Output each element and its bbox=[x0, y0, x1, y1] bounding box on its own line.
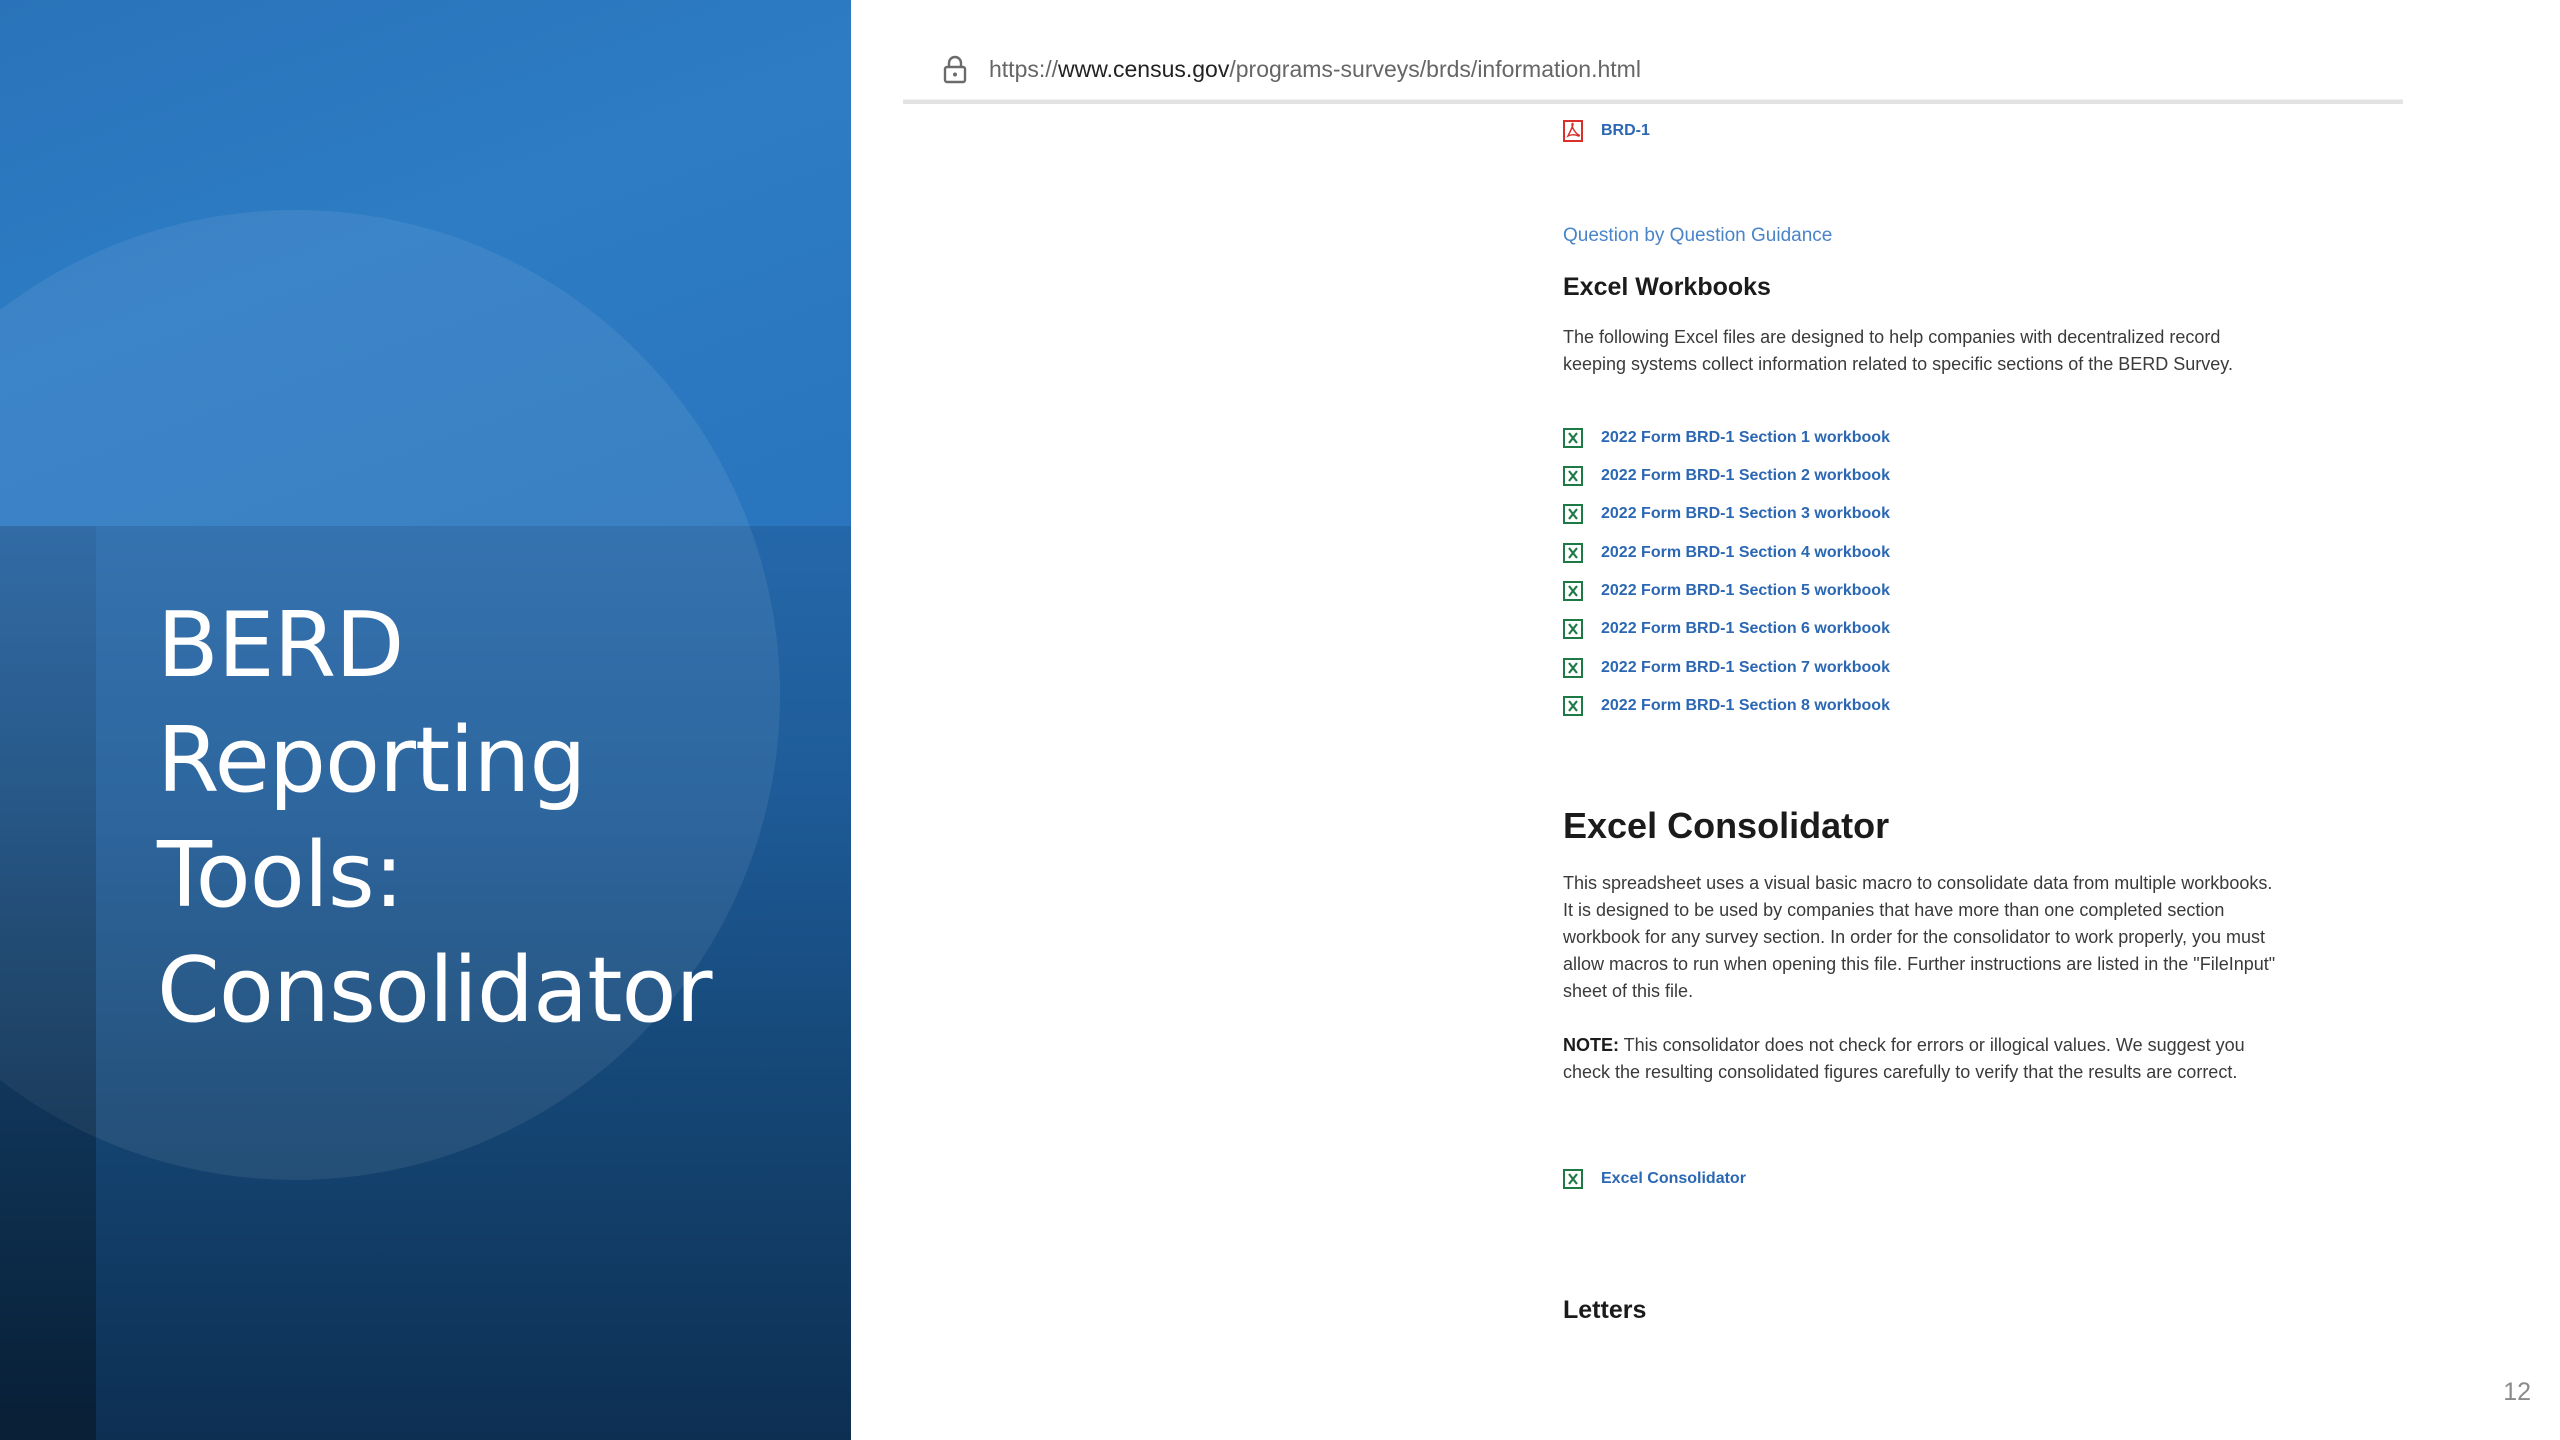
url-text[interactable]: https://www.census.gov/programs-surveys/… bbox=[989, 52, 1641, 86]
note-text: This consolidator does not check for err… bbox=[1563, 1035, 2245, 1082]
url-domain: www.census.gov bbox=[1058, 56, 1230, 82]
letters-heading: Letters bbox=[1563, 1296, 1647, 1324]
slide-title: BERD Reporting Tools: Consolidator bbox=[157, 588, 797, 1048]
excel-icon bbox=[1563, 581, 1583, 601]
consolidator-heading: Excel Consolidator bbox=[1563, 805, 1890, 846]
workbooks-description: The following Excel files are designed t… bbox=[1563, 327, 2233, 374]
lock-icon bbox=[943, 55, 967, 84]
workbook-link[interactable]: 2022 Form BRD-1 Section 8 workbook bbox=[1563, 693, 1890, 719]
workbook-link-label: 2022 Form BRD-1 Section 4 workbook bbox=[1601, 544, 1890, 561]
address-bar[interactable]: https://www.census.gov/programs-surveys/… bbox=[903, 40, 2403, 104]
excel-icon bbox=[1563, 696, 1583, 716]
note-label: NOTE: bbox=[1563, 1035, 1619, 1055]
workbook-link-label: 2022 Form BRD-1 Section 8 workbook bbox=[1601, 697, 1890, 714]
url-prefix: https:// bbox=[989, 56, 1059, 82]
workbook-link-label: 2022 Form BRD-1 Section 3 workbook bbox=[1601, 505, 1890, 522]
browser-screenshot: https://www.census.gov/programs-surveys/… bbox=[903, 40, 2403, 1440]
slide-title-line: Consolidator bbox=[157, 938, 713, 1043]
workbook-link-label: 2022 Form BRD-1 Section 1 workbook bbox=[1601, 429, 1890, 446]
page-number: 12 bbox=[2503, 1378, 2531, 1406]
workbook-link[interactable]: 2022 Form BRD-1 Section 2 workbook bbox=[1563, 463, 1890, 489]
excel-icon bbox=[1563, 658, 1583, 678]
workbook-link-label: 2022 Form BRD-1 Section 7 workbook bbox=[1601, 659, 1890, 676]
excel-icon bbox=[1563, 466, 1583, 486]
decorative-strip bbox=[0, 526, 96, 1440]
workbook-link[interactable]: 2022 Form BRD-1 Section 3 workbook bbox=[1563, 501, 1890, 527]
workbook-link-label: 2022 Form BRD-1 Section 2 workbook bbox=[1601, 467, 1890, 484]
excel-icon bbox=[1563, 504, 1583, 524]
consolidator-description: This spreadsheet uses a visual basic mac… bbox=[1563, 873, 2276, 1001]
workbooks-heading: Excel Workbooks bbox=[1563, 273, 1771, 301]
brd1-pdf-link[interactable]: BRD-1 bbox=[1563, 118, 1650, 144]
guidance-link[interactable]: Question by Question Guidance bbox=[1563, 225, 1832, 247]
slide: BERD Reporting Tools: Consolidator https… bbox=[0, 0, 2560, 1440]
excel-icon bbox=[1563, 619, 1583, 639]
url-path: /programs-surveys/brds/information.html bbox=[1229, 56, 1641, 82]
slide-title-line: BERD bbox=[157, 593, 404, 698]
excel-consolidator-link[interactable]: Excel Consolidator bbox=[1563, 1166, 1746, 1192]
consolidator-link-label: Excel Consolidator bbox=[1601, 1170, 1746, 1187]
slide-title-line: Tools: bbox=[157, 823, 404, 928]
excel-icon bbox=[1563, 1169, 1583, 1189]
workbook-link[interactable]: 2022 Form BRD-1 Section 1 workbook bbox=[1563, 425, 1890, 451]
excel-icon bbox=[1563, 428, 1583, 448]
workbook-link[interactable]: 2022 Form BRD-1 Section 5 workbook bbox=[1563, 578, 1890, 604]
workbook-link[interactable]: 2022 Form BRD-1 Section 4 workbook bbox=[1563, 540, 1890, 566]
workbook-link[interactable]: 2022 Form BRD-1 Section 6 workbook bbox=[1563, 616, 1890, 642]
excel-icon bbox=[1563, 543, 1583, 563]
workbook-link-label: 2022 Form BRD-1 Section 6 workbook bbox=[1601, 620, 1890, 637]
workbook-link[interactable]: 2022 Form BRD-1 Section 7 workbook bbox=[1563, 655, 1890, 681]
consolidator-note: NOTE: This consolidator does not check f… bbox=[1563, 1032, 2283, 1086]
workbook-link-label: 2022 Form BRD-1 Section 5 workbook bbox=[1601, 582, 1890, 599]
brd1-link-label: BRD-1 bbox=[1601, 122, 1650, 139]
pdf-icon bbox=[1563, 120, 1583, 142]
slide-title-line: Reporting bbox=[157, 708, 587, 813]
title-panel: BERD Reporting Tools: Consolidator bbox=[0, 0, 851, 1440]
